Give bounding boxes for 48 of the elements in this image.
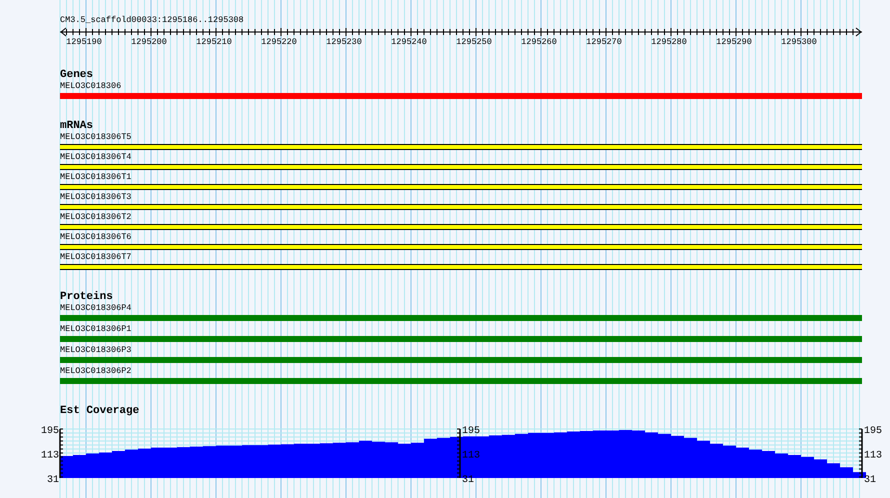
ruler-label: 1295280 — [651, 37, 687, 47]
y-tick-label: 195 — [462, 426, 480, 437]
track-title: mRNAs — [60, 120, 94, 132]
feature-bar[interactable] — [60, 164, 862, 170]
ruler-label: 1295290 — [716, 37, 752, 47]
y-tick-label: 195 — [864, 426, 882, 437]
ruler-label: 1295260 — [521, 37, 557, 47]
feature-label: MELO3C018306T5 — [60, 132, 132, 143]
feature-bar[interactable] — [60, 204, 862, 210]
ruler-label: 1295190 — [66, 37, 102, 47]
feature-bar[interactable] — [60, 264, 862, 270]
ruler-label: 1295200 — [131, 37, 167, 47]
feature-label: MELO3C018306T3 — [60, 192, 132, 203]
y-tick-label: 113 — [462, 450, 480, 462]
y-tick-label: 113 — [864, 450, 882, 462]
y-axis — [858, 428, 863, 478]
ruler-label: 1295270 — [586, 37, 622, 47]
y-axis — [59, 428, 64, 478]
feature-label: MELO3C018306P3 — [60, 345, 132, 356]
feature-label: MELO3C018306P4 — [60, 303, 132, 314]
feature-label: MELO3C018306P2 — [60, 366, 132, 377]
feature-label: MELO3C018306P1 — [60, 324, 132, 335]
feature-bar[interactable] — [60, 244, 862, 250]
y-tick-label: 31 — [864, 475, 876, 483]
y-tick-label: 195 — [40, 426, 59, 437]
feature-label: MELO3C018306T1 — [60, 172, 132, 183]
y-tick-label: 31 — [46, 475, 59, 483]
feature-label: MELO3C018306T2 — [60, 212, 132, 223]
feature-label: MELO3C018306T4 — [60, 152, 132, 163]
ruler-label: 1295230 — [326, 37, 362, 47]
ruler-label: 1295300 — [781, 37, 817, 47]
feature-bar[interactable] — [60, 144, 862, 150]
y-tick-label: 113 — [40, 450, 59, 462]
y-tick-label: 31 — [462, 475, 474, 483]
feature-label: MELO3C018306T7 — [60, 252, 132, 263]
track-title: Est Coverage — [60, 405, 140, 417]
track-title: Proteins — [60, 291, 113, 303]
feature-label: MELO3C018306 — [60, 81, 122, 92]
y-axis — [456, 428, 461, 478]
ruler-label: 1295240 — [391, 37, 427, 47]
feature-bar[interactable] — [60, 184, 862, 190]
ruler-label: 1295220 — [261, 37, 297, 47]
track-title: Genes — [60, 69, 94, 81]
feature-bar[interactable] — [60, 224, 862, 230]
scaffold-coordinates: CM3.5_scaffold00033:1295186..1295308 — [60, 14, 244, 26]
ruler-label: 1295210 — [196, 37, 232, 47]
ruler-label: 1295250 — [456, 37, 492, 47]
feature-label: MELO3C018306T6 — [60, 232, 132, 243]
